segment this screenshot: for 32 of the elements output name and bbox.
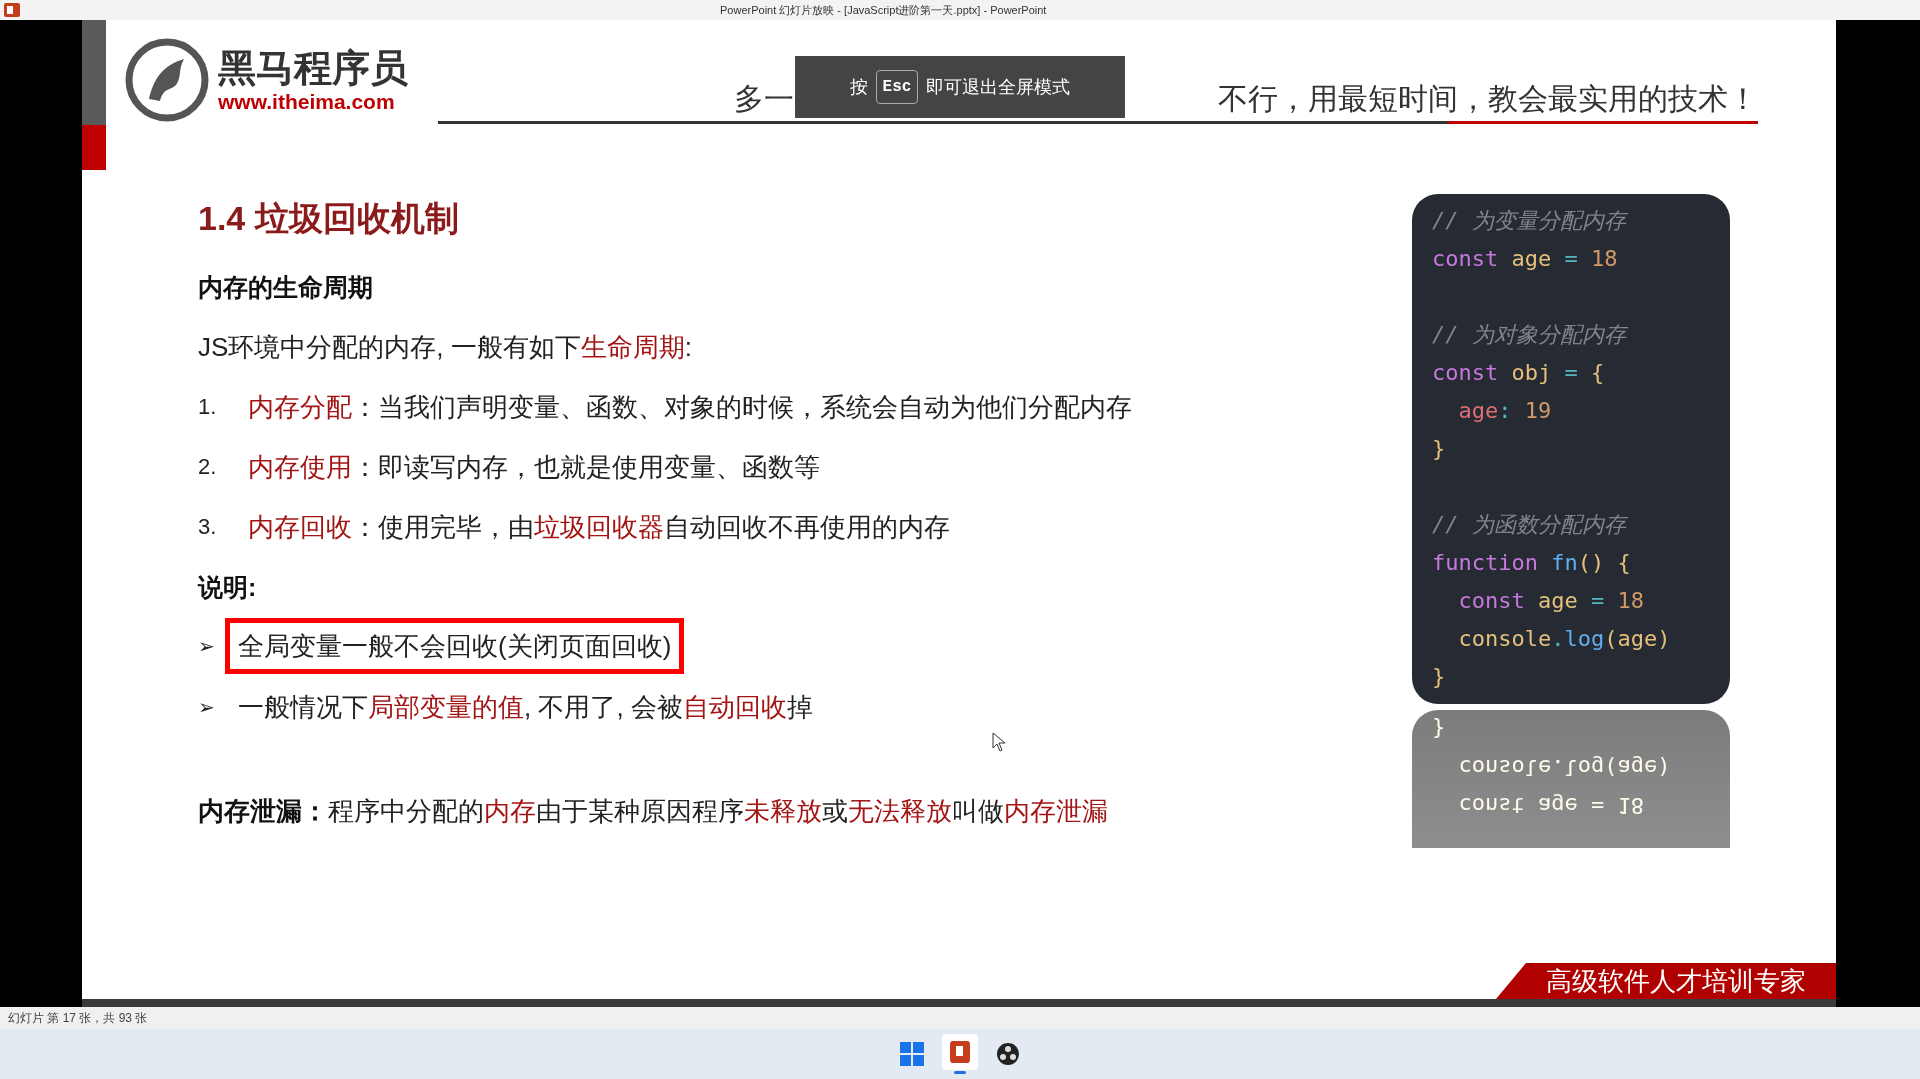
body-text: JS环境中分配的内存, 一般有如下生命周期:	[198, 331, 694, 364]
logo-name: 黑马程序员	[218, 46, 408, 90]
bullet-mark: ➢	[198, 695, 216, 720]
esc-key: Esc	[875, 70, 919, 104]
app-icon	[4, 3, 20, 17]
list-text: 内存使用：即读写内存，也就是使用变量、函数等	[248, 451, 820, 484]
body-text: 内存泄漏：程序中分配的内存由于某种原因程序未释放或无法释放叫做内存泄漏	[198, 795, 1109, 828]
slide-title: 1.4 垃圾回收机制	[198, 198, 460, 238]
logo-url: www.itheima.com	[218, 90, 396, 114]
powerpoint-taskbar-icon[interactable]	[942, 1034, 978, 1074]
bullet-text: 全局变量一般不会回收(关闭页面回收)	[225, 618, 685, 674]
window-title: PowerPoint 幻灯片放映 - [JavaScript进阶第一天.pptx] - PowerPoint	[720, 2, 1047, 18]
section-heading: 说明:	[198, 572, 258, 603]
slogan-badge: 高级软件人才培训专家	[1496, 963, 1836, 999]
windows-start-icon[interactable]	[900, 1042, 924, 1066]
list-number: 2.	[198, 453, 218, 481]
list-number: 1.	[198, 393, 218, 421]
list-text: 内存分配：当我们声明变量、函数、对象的时候，系统会自动为他们分配内存	[248, 391, 1132, 424]
bullet-mark: ➢	[198, 634, 216, 659]
list-number: 3.	[198, 513, 218, 541]
code-block: // 为变量分配内存 const age = 18 // 为对象分配内存 const obj = { age: 19 } // 为函数分配内存 function fn() { const age = 18 console.log(age) }	[1412, 194, 1730, 704]
obs-taskbar-icon[interactable]	[996, 1042, 1020, 1066]
notice-text: 按	[849, 75, 868, 99]
section-heading: 内存的生命周期	[198, 272, 374, 303]
slogan-text: 多一	[734, 82, 794, 116]
slide-counter: 幻灯片 第 17 张，共 93 张	[8, 1010, 148, 1027]
bullet-text: 一般情况下局部变量的值, 不用了, 会被自动回收掉	[238, 691, 813, 724]
mouse-cursor-icon	[992, 732, 1006, 752]
notice-text: 即可退出全屏模式	[926, 75, 1071, 99]
code-reflection: } console.log(age) const age = 18	[1412, 710, 1730, 848]
list-text: 内存回收：使用完毕，由垃圾回收器自动回收不再使用的内存	[248, 511, 950, 544]
slogan-text: 不行，用最短时间，教会最实用的技术！	[1218, 82, 1758, 116]
